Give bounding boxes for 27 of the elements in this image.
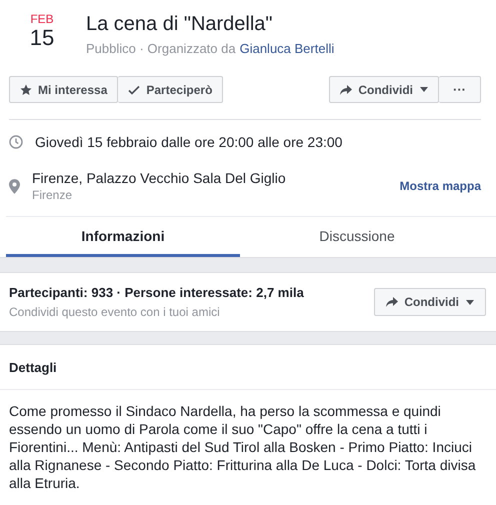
event-title: La cena di "Nardella" bbox=[86, 12, 274, 36]
share-button[interactable]: Condividi bbox=[329, 76, 439, 103]
check-icon bbox=[128, 84, 140, 96]
details-heading: Dettagli bbox=[0, 345, 496, 390]
more-button[interactable]: ··· bbox=[439, 76, 481, 103]
guest-count: Partecipanti: 933 · Persone interessate: 2,7 mila bbox=[9, 285, 304, 300]
event-city: Firenze bbox=[32, 188, 74, 202]
event-place: Firenze, Palazzo Vecchio Sala Del Giglio bbox=[32, 170, 287, 186]
interested-button[interactable]: Mi interessa bbox=[9, 76, 118, 103]
tab[interactable]: Discussione bbox=[240, 217, 474, 257]
event-time: Giovedì 15 febbraio dalle ore 20:00 alle ore 23:00 bbox=[35, 134, 342, 150]
details-text: Come promesso il Sindaco Nardella, ha perso la scommessa e quindi essendo un uomo di Parola come il suo "Capo" offre la cena a tutti i Fiorentini... Menù: Antipasti del Sud Tirol alla Bosken - Primo Piatto: Inciuci alla Rignanese - Secondo Piatto: Fritturina alla De Luca - Dolci: Torta divisa alla Etruria. bbox=[8, 402, 477, 492]
show-map-link[interactable]: Mostra mappa bbox=[400, 179, 481, 193]
share-button[interactable]: Condividi bbox=[374, 288, 486, 316]
share-hint: Condividi questo evento con i tuoi amici bbox=[9, 305, 221, 319]
event-privacy: Pubblico · Organizzato da bbox=[86, 41, 236, 56]
caret-icon bbox=[420, 87, 428, 92]
star-icon bbox=[20, 84, 32, 96]
share-arrow-icon bbox=[340, 84, 352, 94]
clock-icon bbox=[9, 135, 23, 149]
event-day: 15 bbox=[18, 26, 66, 50]
event-month: FEB bbox=[29, 12, 55, 26]
going-button[interactable]: Parteciperò bbox=[118, 76, 224, 103]
location-pin-icon bbox=[9, 178, 20, 194]
share-arrow-icon bbox=[386, 297, 398, 307]
organizer-link[interactable]: Gianluca Bertelli bbox=[240, 41, 334, 56]
caret-icon bbox=[466, 300, 474, 304]
